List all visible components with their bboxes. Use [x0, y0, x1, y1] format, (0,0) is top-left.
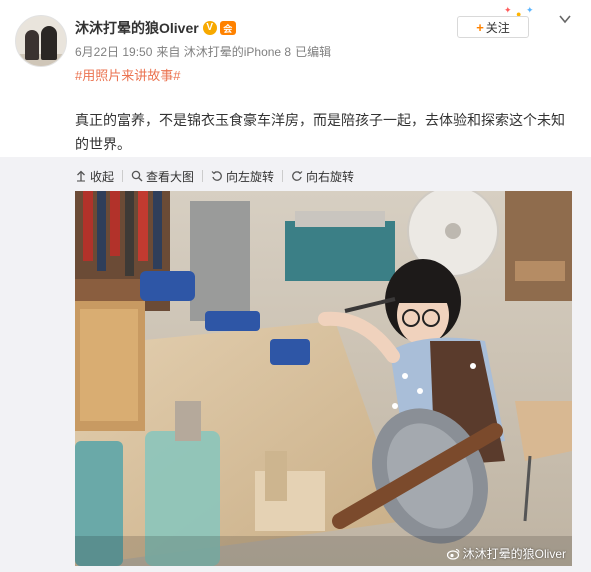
workshop-photo	[75, 191, 572, 566]
rotate-left-label: 向左旋转	[226, 169, 275, 184]
chevron-down-icon[interactable]	[558, 12, 572, 26]
rotate-left-icon	[211, 171, 222, 181]
media-panel: 收起 查看大图 向左旋转 向右旋转 沐沐打晕的狼Oliver	[0, 157, 591, 572]
media-toolbar: 收起 查看大图 向左旋转 向右旋转	[75, 167, 354, 185]
view-large-label: 查看大图	[146, 169, 195, 184]
follow-label: 关注	[485, 20, 510, 35]
verified-icon: V	[202, 21, 217, 35]
toolbar-divider	[122, 170, 124, 182]
rotate-left-button[interactable]: 向左旋转	[211, 168, 274, 185]
post-photo[interactable]: 沐沐打晕的狼Oliver	[75, 191, 572, 566]
weibo-logo-icon	[446, 548, 460, 560]
avatar[interactable]	[15, 15, 67, 67]
post-edited[interactable]: 已编辑	[295, 43, 331, 60]
watermark-text: 沐沐打晕的狼Oliver	[462, 547, 566, 561]
rotate-right-label: 向右旋转	[306, 169, 355, 184]
vip-icon[interactable]: 会	[219, 21, 236, 35]
author-name[interactable]: 沐沐打晕的狼Oliver	[75, 18, 199, 38]
toolbar-divider	[282, 170, 284, 182]
follow-button[interactable]: + 关注	[457, 16, 529, 38]
post-header: 沐沐打晕的狼Oliver V 会 6月22日 19:50 来自 沐沐打晕的iPh…	[0, 0, 591, 100]
post-meta: 6月22日 19:50 来自 沐沐打晕的iPhone 8 已编辑	[75, 43, 331, 60]
toolbar-divider	[202, 170, 204, 182]
sparkle-icon: ✦	[526, 5, 534, 15]
collapse-label: 收起	[90, 169, 115, 184]
collapse-button[interactable]: 收起	[75, 168, 114, 185]
post-date[interactable]: 6月22日 19:50	[75, 43, 152, 60]
view-large-button[interactable]: 查看大图	[131, 168, 194, 185]
photo-watermark: 沐沐打晕的狼Oliver	[446, 545, 566, 562]
follow-area: ✦ ● ✦ + 关注	[456, 6, 536, 40]
topic-link[interactable]: #用照片来讲故事#	[75, 65, 180, 84]
plus-icon: +	[476, 19, 484, 35]
search-icon	[131, 170, 143, 182]
rotate-right-button[interactable]: 向右旋转	[291, 168, 354, 185]
post-source[interactable]: 来自 沐沐打晕的iPhone 8	[156, 43, 291, 60]
sparkle-icon: ✦	[504, 5, 512, 15]
author-row: 沐沐打晕的狼Oliver V 会	[75, 17, 236, 39]
collapse-arrow-icon	[77, 170, 85, 182]
rotate-right-icon	[292, 171, 303, 181]
post-text: 真正的富养，不是锦衣玉食豪车洋房，而是陪孩子一起，去体验和探索这个未知的世界。	[75, 112, 565, 152]
